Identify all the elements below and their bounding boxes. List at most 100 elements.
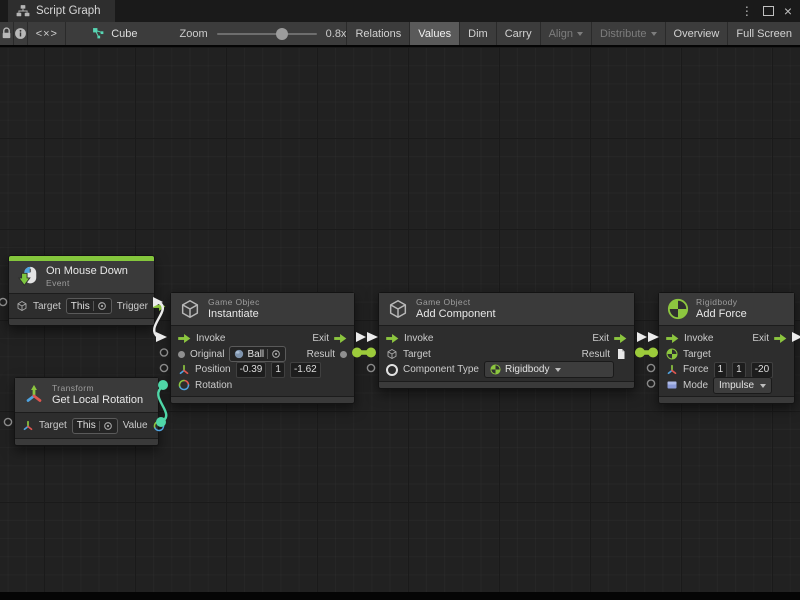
target-label: Target: [403, 349, 431, 360]
force-y-field[interactable]: 1: [732, 362, 746, 378]
target-label: Target: [683, 349, 711, 360]
mode-dropdown[interactable]: Impulse: [713, 377, 772, 394]
node-title: Add Force: [696, 308, 747, 321]
invoke-label: Invoke: [196, 333, 225, 344]
values-button[interactable]: Values: [409, 22, 459, 45]
exit-port[interactable]: [614, 334, 627, 343]
graph-reference[interactable]: Cube: [92, 27, 137, 40]
target-value-field[interactable]: This: [66, 298, 112, 314]
object-picker-icon[interactable]: [97, 301, 107, 311]
position-z-field[interactable]: -1.62: [290, 362, 321, 378]
zoom-control: Zoom 0.8x: [180, 28, 347, 40]
node-header: On Mouse Down Event: [9, 261, 154, 294]
relations-button[interactable]: Relations: [346, 22, 409, 45]
component-type-dropdown[interactable]: Rigidbody: [484, 361, 614, 378]
object-picker-icon[interactable]: [271, 349, 281, 359]
lock-button[interactable]: [0, 22, 14, 45]
node-footer: [171, 396, 354, 403]
invoke-port[interactable]: [666, 334, 679, 343]
vector3-icon: [178, 364, 190, 376]
info-icon: [14, 27, 27, 40]
force-x-field[interactable]: 1: [714, 362, 728, 378]
zoom-label: Zoom: [180, 28, 208, 40]
invoke-row: Invoke Exit: [171, 331, 354, 347]
port-exit-instantiate: [356, 332, 366, 342]
exit-label: Exit: [312, 333, 329, 344]
node-instantiate[interactable]: Game Objec Instantiate Invoke Exit Origi…: [170, 292, 355, 404]
game-object-icon: [387, 298, 409, 320]
titlebar: Script Graph ⋮ ×: [0, 0, 800, 22]
port-invoke-addcomponent: [367, 332, 378, 342]
position-y-field[interactable]: 1: [271, 362, 285, 378]
position-row: Position -0.39 1 -1.62: [171, 362, 354, 378]
rigidbody-icon: [490, 364, 501, 375]
force-mode-icon: [666, 379, 678, 391]
value-label: Value: [123, 420, 148, 431]
node-title: Instantiate: [208, 308, 260, 321]
node-category: Game Object: [416, 297, 496, 308]
target-row: Target: [659, 347, 794, 363]
node-footer: [379, 381, 634, 388]
vector3-icon: [666, 364, 678, 376]
position-x-field[interactable]: -0.39: [236, 362, 267, 378]
object-picker-icon[interactable]: [103, 421, 113, 431]
zoom-slider[interactable]: [217, 33, 317, 35]
node-get-local-rotation[interactable]: Transform Get Local Rotation Target This: [14, 377, 159, 446]
component-document-icon[interactable]: [615, 348, 627, 360]
exit-label: Exit: [752, 333, 769, 344]
window-controls: ⋮ ×: [741, 0, 800, 22]
target-value-field[interactable]: This: [72, 418, 118, 434]
tab-script-graph[interactable]: Script Graph: [8, 0, 115, 22]
node-footer: [15, 438, 158, 445]
graph-toolbar: <×> Cube Zoom 0.8x Relations Values Dim …: [0, 22, 800, 47]
zoom-to-fit-button[interactable]: <×>: [28, 22, 66, 45]
port-omd-target: [0, 298, 7, 305]
maximize-icon[interactable]: [763, 6, 774, 16]
force-row: Force 1 1 -20: [659, 362, 794, 378]
close-icon[interactable]: ×: [784, 4, 792, 18]
zoom-slider-handle[interactable]: [276, 28, 288, 40]
zoom-to-fit-icon: <×>: [36, 28, 58, 40]
component-type-row: Component Type Rigidbody: [379, 362, 634, 378]
fullscreen-button[interactable]: Full Screen: [727, 22, 800, 45]
chevron-down-icon: [555, 368, 561, 372]
type-port[interactable]: [386, 364, 398, 376]
target-row: Target This Value: [15, 413, 158, 438]
node-title: Add Component: [416, 308, 496, 321]
result-label: Result: [582, 349, 610, 360]
game-object-icon: [179, 298, 201, 320]
bottom-strip: [0, 592, 800, 600]
window-menu-icon[interactable]: ⋮: [741, 5, 753, 17]
overview-button[interactable]: Overview: [665, 22, 728, 45]
result-port[interactable]: [340, 351, 347, 358]
graph-canvas[interactable]: On Mouse Down Event Target This Trigger: [0, 47, 800, 592]
node-add-force[interactable]: Rigidbody Add Force Invoke Exit Target: [658, 292, 795, 404]
align-button[interactable]: Align: [540, 22, 591, 45]
exit-port[interactable]: [774, 334, 787, 343]
trigger-port[interactable]: [153, 302, 166, 311]
node-on-mouse-down[interactable]: On Mouse Down Event Target This Trigger: [8, 255, 155, 326]
distribute-button[interactable]: Distribute: [591, 22, 664, 45]
original-value-field[interactable]: Ball: [229, 346, 286, 362]
original-port[interactable]: [178, 351, 185, 358]
port-instantiate-original: [160, 349, 167, 356]
sphere-icon: [234, 349, 244, 359]
exit-port[interactable]: [334, 334, 347, 343]
info-button[interactable]: [14, 22, 28, 45]
node-header: Game Object Add Component: [379, 293, 634, 326]
game-object-icon: [386, 348, 398, 360]
carry-button[interactable]: Carry: [496, 22, 540, 45]
invoke-row: Invoke Exit: [379, 331, 634, 347]
force-z-field[interactable]: -20: [751, 362, 773, 378]
invoke-port[interactable]: [386, 334, 399, 343]
node-title: Get Local Rotation: [52, 394, 143, 407]
port-addcomponent-type: [367, 364, 374, 371]
node-add-component[interactable]: Game Object Add Component Invoke Exit Ta…: [378, 292, 635, 389]
rigidbody-icon: [666, 348, 678, 360]
dim-button[interactable]: Dim: [459, 22, 496, 45]
mode-row: Mode Impulse: [659, 378, 794, 394]
node-footer: [659, 396, 794, 403]
invoke-port[interactable]: [178, 334, 191, 343]
original-row: Original Ball Result: [171, 347, 354, 363]
node-header: Transform Get Local Rotation: [15, 378, 158, 413]
